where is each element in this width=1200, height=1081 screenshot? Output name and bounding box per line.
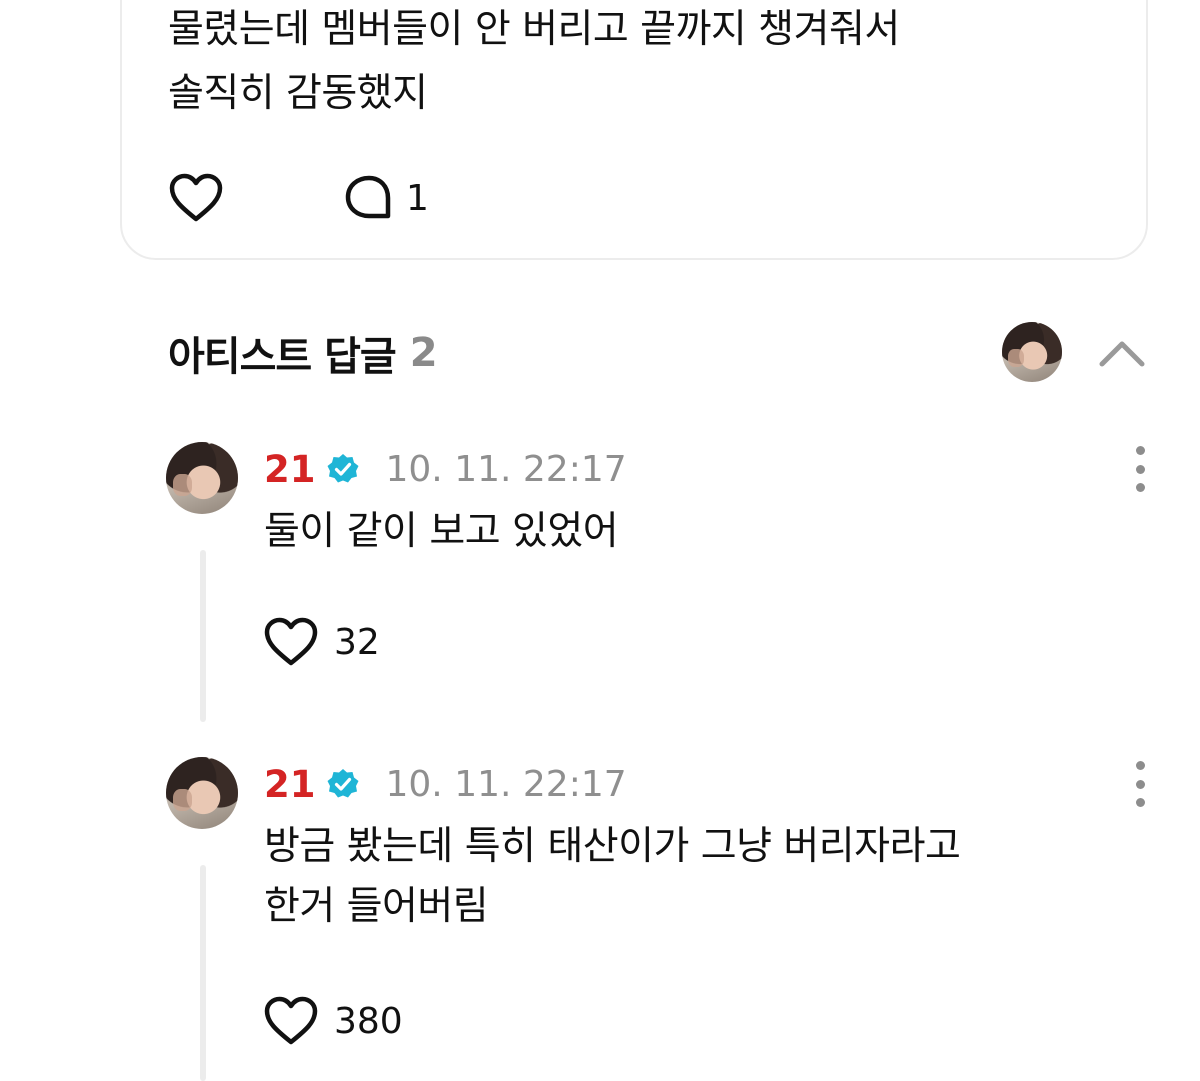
collapse-replies-button[interactable] (1094, 328, 1150, 378)
post-actions: 1 (168, 170, 429, 226)
thread-line (200, 550, 206, 722)
reply-like-button[interactable]: 380 (264, 993, 403, 1049)
artist-replies-header: 아티스트 답글 2 (168, 322, 438, 384)
artist-avatar[interactable] (1002, 322, 1062, 382)
reply-like-count: 380 (334, 1000, 403, 1042)
heart-icon (264, 996, 318, 1045)
reply-text: 둘이 같이 보고 있었어 (264, 509, 619, 554)
reply-author-avatar[interactable] (166, 757, 238, 829)
comment-bubble-icon (345, 175, 391, 219)
reply-meta: 21 10. 11. 22:17 (264, 444, 627, 494)
post-like-button[interactable] (168, 170, 224, 226)
more-vertical-icon (1135, 761, 1145, 770)
reply-author-name[interactable]: 21 (264, 763, 316, 806)
artist-reply: 21 10. 11. 22:17 방금 봤는데 특히 태산이가 그냥 버리자라고… (166, 757, 1166, 1081)
reply-text: 방금 봤는데 특히 태산이가 그냥 버리자라고 한거 들어버림 (264, 824, 961, 929)
reply-like-button[interactable]: 32 (264, 614, 380, 670)
artist-replies-title: 아티스트 답글 (168, 334, 397, 380)
reply-more-button[interactable] (1120, 446, 1160, 492)
more-vertical-icon (1135, 446, 1145, 455)
reply-timestamp: 10. 11. 22:17 (385, 763, 627, 805)
reply-author-name[interactable]: 21 (264, 448, 316, 491)
heart-icon (169, 173, 223, 222)
verified-badge-icon (327, 454, 358, 483)
chevron-up-icon (1099, 341, 1145, 367)
reply-more-button[interactable] (1120, 761, 1160, 807)
post-comment-count: 1 (406, 177, 429, 219)
post-comment-button[interactable]: 1 (344, 174, 429, 222)
verified-badge-icon (327, 769, 358, 798)
reply-author-avatar[interactable] (166, 442, 238, 514)
artist-replies-count: 2 (409, 330, 438, 376)
reply-timestamp: 10. 11. 22:17 (385, 448, 627, 490)
thread-line (200, 865, 206, 1081)
post-text: 물렸는데 멤버들이 안 버리고 끝까지 챙겨줘서 솔직히 감동했지 (168, 7, 900, 116)
reply-like-count: 32 (334, 621, 380, 663)
artist-reply: 21 10. 11. 22:17 둘이 같이 보고 있었어 32 (166, 442, 1166, 722)
reply-meta: 21 10. 11. 22:17 (264, 759, 627, 809)
heart-icon (264, 617, 318, 666)
comment-thread-page: 물렸는데 멤버들이 안 버리고 끝까지 챙겨줘서 솔직히 감동했지 1 아티스트… (0, 0, 1200, 1081)
